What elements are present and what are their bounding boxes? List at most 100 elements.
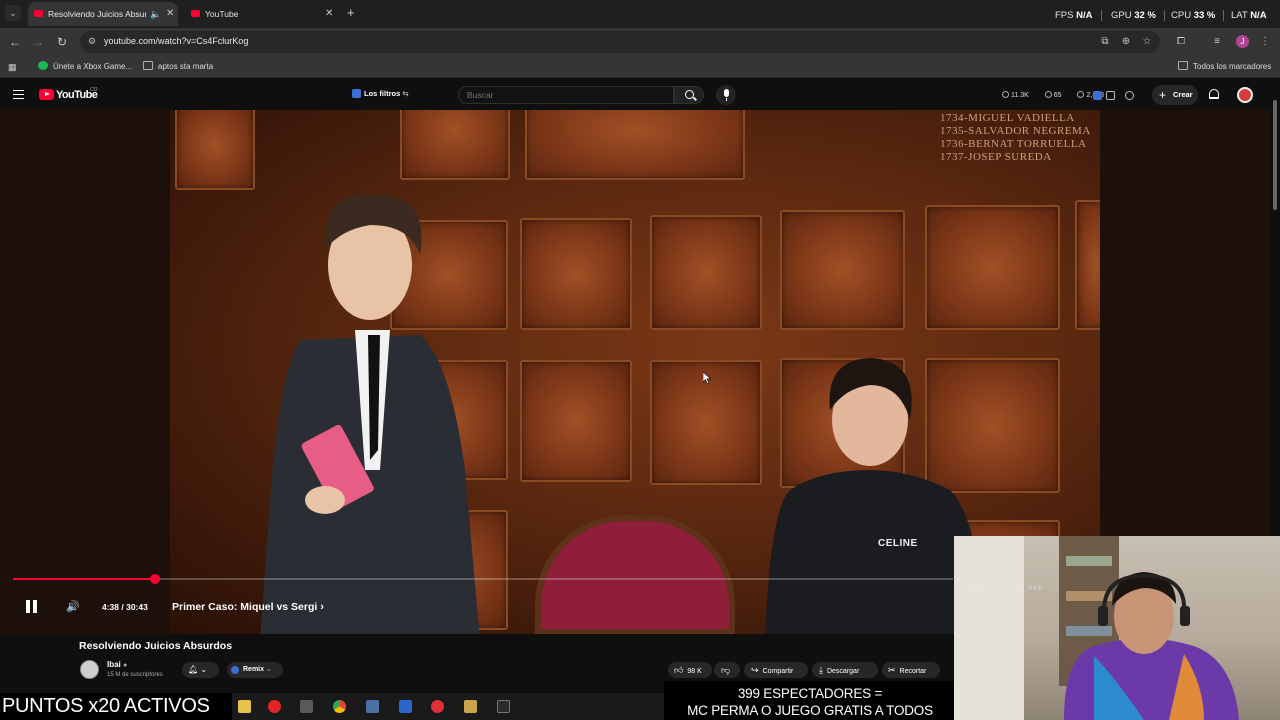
notifications-bell-icon[interactable]	[1209, 89, 1219, 99]
speaker-icon[interactable]: 🔈	[150, 2, 161, 26]
pause-icon[interactable]	[26, 600, 38, 613]
viewers-banner: 399 ESPECTADORES = MC PERMA O JUEGO GRAT…	[687, 686, 933, 718]
zoom-icon[interactable]: ⊕	[1119, 35, 1133, 49]
share-icon: ↪	[751, 665, 759, 675]
wall-panel	[780, 210, 905, 330]
search-icon	[685, 90, 694, 99]
wall-panel	[520, 218, 632, 330]
folder-icon	[143, 61, 153, 70]
cast-icon[interactable]: ⧉	[1098, 35, 1112, 49]
scrollbar-thumb[interactable]	[1273, 100, 1277, 210]
extensions-icon[interactable]: ⧠	[1174, 35, 1188, 49]
wall-panel	[650, 215, 762, 330]
tab-active-video[interactable]: Resolviendo Juicios Absurdos 🔈 ✕	[28, 2, 178, 26]
epic-games-icon[interactable]	[497, 700, 510, 713]
reload-icon[interactable]: ↻	[54, 34, 70, 50]
youtube-favicon-icon	[191, 10, 200, 17]
subscribed-bell-button[interactable]: 🔔︎ ⌄	[182, 662, 219, 678]
search-box[interactable]	[458, 86, 674, 104]
verified-icon: ●	[123, 662, 128, 669]
site-settings-icon[interactable]: ⚙	[88, 36, 96, 47]
video-title: Resolviendo Juicios Absurdos	[79, 640, 233, 652]
browser-tab-strip: ⌄ Resolviendo Juicios Absurdos 🔈 ✕ YouTu…	[0, 0, 1280, 28]
perf-lat: LAT N/A	[1231, 10, 1267, 21]
extension-list-icon[interactable]	[1106, 91, 1115, 100]
share-button[interactable]: ↪ Compartir	[744, 662, 808, 678]
like-button[interactable]: 👍︎ 98 K	[668, 662, 712, 678]
menu-kebab-icon[interactable]: ⋮	[1258, 35, 1272, 49]
league-icon[interactable]	[464, 700, 477, 713]
new-tab-button[interactable]: +	[347, 6, 355, 20]
account-avatar[interactable]	[1237, 87, 1253, 103]
profile-avatar[interactable]: J	[1236, 35, 1249, 48]
vscode-icon[interactable]	[399, 700, 412, 713]
mouse-cursor-icon	[703, 372, 711, 384]
dislike-button[interactable]: 👎︎	[714, 662, 740, 678]
subscriber-count: 15 M de suscriptores	[107, 672, 163, 678]
clock-icon	[1002, 91, 1009, 98]
bookmark-star-icon[interactable]: ☆	[1140, 35, 1154, 49]
search-button[interactable]	[674, 86, 704, 104]
progress-bar[interactable]	[13, 574, 953, 584]
tab-youtube[interactable]: YouTube ✕	[185, 2, 340, 26]
wall-panel	[1075, 200, 1100, 330]
filter-extension-icon	[352, 89, 361, 98]
remix-button[interactable]: Remix ⌄	[227, 662, 283, 678]
close-tab-icon[interactable]: ✕	[166, 2, 174, 26]
close-tab-icon[interactable]: ✕	[325, 2, 333, 26]
channel-avatar[interactable]	[80, 660, 99, 679]
url-text[interactable]: youtube.com/watch?v=Cs4FclurKog	[104, 36, 248, 46]
name-plaque-text: 1734-MIGUEL VADIELLA 1735-SALVADOR NEGRE…	[940, 112, 1091, 163]
bell-icon: 🔔︎	[188, 665, 199, 674]
extension-cup-icon[interactable]	[1125, 91, 1134, 100]
clip-button[interactable]: ✂ Recortar	[882, 662, 940, 678]
back-icon[interactable]: ←	[7, 34, 23, 50]
app-icon[interactable]	[300, 700, 313, 713]
filters-extension-button[interactable]: Los filtros ⇆	[352, 89, 409, 98]
progress-scrubber[interactable]	[149, 574, 160, 584]
volume-icon[interactable]: 🔊	[66, 601, 80, 613]
bookmark-folder-aptos[interactable]: aptos sta marta	[143, 61, 213, 71]
progress-played	[13, 578, 155, 580]
perf-fps: FPS N/A	[1055, 10, 1102, 21]
windows-taskbar	[232, 693, 664, 720]
youtube-logo-icon[interactable]	[39, 89, 54, 100]
thumbs-up-icon: 👍︎	[674, 665, 684, 675]
bookmark-xbox[interactable]: Únete a Xbox Game...	[38, 61, 132, 71]
guide-menu-icon[interactable]	[13, 90, 24, 99]
all-bookmarks-button[interactable]: Todos los marcadores	[1178, 61, 1271, 71]
file-explorer-icon[interactable]	[238, 700, 251, 713]
chart-icon	[1077, 91, 1085, 98]
youtube-favicon-icon	[34, 10, 43, 17]
remix-icon	[231, 666, 239, 674]
search-input[interactable]	[467, 88, 657, 102]
browser-toolbar: ← → ↻ ⚙ youtube.com/watch?v=Cs4FclurKog …	[0, 28, 1280, 56]
create-button[interactable]: + Crear	[1152, 85, 1198, 105]
wall-panel	[520, 360, 632, 482]
eye-icon	[1044, 91, 1052, 98]
tab-search-button[interactable]: ⌄	[5, 5, 21, 21]
tab-title: Resolviendo Juicios Absurdos	[48, 9, 146, 19]
bookmarks-bar: ▦ Únete a Xbox Game... aptos sta marta T…	[0, 56, 1280, 78]
xbox-icon	[38, 61, 48, 70]
channel-name[interactable]: Ibai ●	[107, 660, 127, 669]
thumbs-down-icon: 👎︎	[721, 665, 731, 675]
chrome-icon[interactable]	[333, 700, 346, 713]
forward-icon[interactable]: →	[30, 34, 46, 50]
voice-search-icon[interactable]	[716, 85, 736, 105]
opera-icon[interactable]	[268, 700, 281, 713]
chapter-title[interactable]: Primer Caso: Miquel vs Sergi ›	[172, 601, 324, 613]
extension-shield-icon[interactable]	[1093, 91, 1102, 100]
youtube-header: YouTube CO Los filtros ⇆ 11.3K 65 2,858 …	[0, 80, 1280, 110]
address-bar[interactable]: ⚙ youtube.com/watch?v=Cs4FclurKog ⧉ ⊕ ☆	[80, 31, 1160, 53]
webcam-scene	[954, 536, 1239, 720]
chair	[535, 515, 735, 634]
app-icon[interactable]	[366, 700, 379, 713]
points-banner: PUNTOS x20 ACTIVOS	[0, 693, 232, 720]
app-icon[interactable]	[431, 700, 444, 713]
download-button[interactable]: ⤓ Descargar	[812, 662, 878, 678]
webcam-overlay-text: using dev lean app	[962, 584, 1044, 591]
apps-grid-icon[interactable]: ▦	[8, 62, 17, 73]
tab-title: YouTube	[205, 9, 239, 19]
media-controls-icon[interactable]: ≡	[1210, 35, 1224, 49]
